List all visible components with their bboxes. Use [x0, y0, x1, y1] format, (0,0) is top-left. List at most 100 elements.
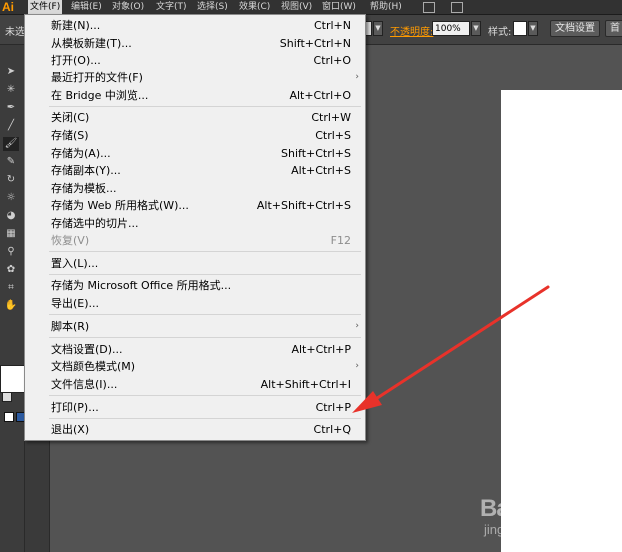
watermark-logo: Baidu经验 [480, 495, 589, 522]
menu-item-save-for-office[interactable]: 存储为 Microsoft Office 所用格式... [51, 277, 351, 294]
document-setup-button[interactable]: 文档设置 [550, 20, 600, 37]
graphic-style-swatch[interactable] [513, 21, 527, 36]
menu-file[interactable]: 文件(F) [28, 0, 63, 14]
menu-separator [49, 274, 361, 275]
bridge-icon[interactable] [423, 2, 435, 13]
selection-tool-icon[interactable]: ➤ [3, 65, 19, 79]
pencil-tool-icon[interactable]: ✎ [3, 155, 19, 169]
symbol-sprayer-tool-icon[interactable]: ✿ [3, 263, 19, 277]
menu-item-shortcut: Ctrl+N [313, 19, 351, 32]
menu-item-label: 存储副本(Y)... [51, 164, 121, 177]
menu-item-shortcut: Ctrl+P [315, 401, 351, 414]
menu-item-close[interactable]: 关闭(C) Ctrl+W [51, 109, 351, 126]
magic-wand-tool-icon[interactable]: ✳ [3, 83, 19, 97]
menu-object[interactable]: 对象(O) [112, 0, 144, 14]
opacity-input[interactable]: 100% [432, 21, 470, 36]
menu-item-shortcut: Ctrl+S [315, 129, 351, 142]
menu-item-shortcut: F12 [330, 234, 351, 247]
menu-item-label: 在 Bridge 中浏览... [51, 89, 149, 102]
menu-item-new[interactable]: 新建(N)... Ctrl+N [51, 17, 351, 34]
menu-select[interactable]: 选择(S) [197, 0, 228, 14]
menu-item-document-color-mode[interactable]: 文档颜色模式(M) › [51, 358, 359, 375]
menu-item-label: 打印(P)... [51, 401, 99, 414]
menu-item-open[interactable]: 打开(O)... Ctrl+O [51, 52, 351, 69]
chevron-down-icon[interactable]: ▼ [373, 21, 383, 36]
menu-item-save[interactable]: 存储(S) Ctrl+S [51, 127, 351, 144]
arrange-documents-icon[interactable] [451, 2, 463, 13]
selection-status: 未选 [5, 27, 25, 38]
menu-separator [49, 418, 361, 419]
menu-item-shortcut: Shift+Ctrl+S [281, 147, 351, 160]
app-logo: Ai [2, 0, 14, 14]
menu-item-save-selected-slices[interactable]: 存储选中的切片... [51, 215, 351, 232]
color-mode-icon[interactable] [4, 412, 14, 422]
menu-item-save-as[interactable]: 存储为(A)... Shift+Ctrl+S [51, 145, 351, 162]
menu-separator [49, 106, 361, 107]
menu-type[interactable]: 文字(T) [156, 0, 187, 14]
menu-separator [49, 337, 361, 338]
submenu-arrow-icon: › [355, 361, 359, 371]
chevron-down-icon[interactable]: ▼ [471, 21, 481, 36]
menu-item-shortcut: Ctrl+O [313, 54, 351, 67]
perspective-grid-tool-icon[interactable]: ▦ [3, 227, 19, 241]
shape-builder-tool-icon[interactable]: ◕ [3, 209, 19, 223]
menu-view[interactable]: 视图(V) [281, 0, 312, 14]
line-tool-icon[interactable]: ╱ [3, 119, 19, 133]
menu-item-label: 最近打开的文件(F) [51, 71, 143, 84]
menu-item-save-as-template[interactable]: 存储为模板... [51, 180, 351, 197]
menu-item-label: 打开(O)... [51, 54, 101, 67]
menu-item-shortcut: Alt+Ctrl+S [291, 164, 351, 177]
menu-item-label: 文件信息(I)... [51, 378, 118, 391]
menu-item-shortcut: Shift+Ctrl+N [279, 37, 351, 50]
menu-item-exit[interactable]: 退出(X) Ctrl+Q [51, 421, 351, 438]
menu-item-place[interactable]: 置入(L)... [51, 255, 351, 272]
menu-item-open-recent[interactable]: 最近打开的文件(F) › [51, 69, 359, 86]
menu-help[interactable]: 帮助(H) [370, 0, 402, 14]
chevron-down-icon[interactable]: ▼ [528, 21, 538, 36]
menu-item-save-copy[interactable]: 存储副本(Y)... Alt+Ctrl+S [51, 162, 351, 179]
artboard[interactable] [501, 90, 622, 552]
menu-item-browse-in-bridge[interactable]: 在 Bridge 中浏览... Alt+Ctrl+O [51, 87, 351, 104]
menu-item-label: 退出(X) [51, 423, 90, 436]
menu-bar: Ai 文件(F) 编辑(E) 对象(O) 文字(T) 选择(S) 效果(C) 视… [0, 0, 622, 15]
opacity-label[interactable]: 不透明度: [390, 23, 433, 38]
menu-item-shortcut: Alt+Shift+Ctrl+S [256, 199, 351, 212]
menu-item-new-from-template[interactable]: 从模板新建(T)... Shift+Ctrl+N [51, 35, 351, 52]
menu-item-label: 新建(N)... [51, 19, 101, 32]
menu-item-label: 关闭(C) [51, 111, 90, 124]
menu-item-label: 存储为(A)... [51, 147, 111, 160]
menu-item-label: 存储为 Web 所用格式(W)... [51, 199, 189, 212]
menu-item-revert: 恢复(V) F12 [51, 232, 351, 249]
menu-item-label: 脚本(R) [51, 320, 90, 333]
menu-item-shortcut: Alt+Ctrl+P [291, 343, 351, 356]
menu-item-print[interactable]: 打印(P)... Ctrl+P [51, 399, 351, 416]
menu-item-label: 恢复(V) [51, 234, 90, 247]
hand-tool-icon[interactable]: ✋ [3, 299, 19, 313]
menu-item-label: 存储为模板... [51, 182, 117, 195]
pen-tool-icon[interactable]: ✒ [3, 101, 19, 115]
menu-item-label: 导出(E)... [51, 297, 100, 310]
rotate-tool-icon[interactable]: ↻ [3, 173, 19, 187]
submenu-arrow-icon: › [355, 72, 359, 82]
preferences-button[interactable]: 首 [605, 20, 622, 37]
menu-effect[interactable]: 效果(C) [239, 0, 270, 14]
menu-item-scripts[interactable]: 脚本(R) › [51, 318, 359, 335]
menu-window[interactable]: 窗口(W) [322, 0, 356, 14]
menu-separator [49, 395, 361, 396]
menu-item-save-for-web[interactable]: 存储为 Web 所用格式(W)... Alt+Shift+Ctrl+S [51, 197, 351, 214]
menu-item-label: 文档设置(D)... [51, 343, 123, 356]
default-colors-icon[interactable] [2, 392, 12, 402]
paintbrush-tool-icon[interactable]: 🖌 [3, 137, 19, 151]
style-label: 样式: [488, 27, 512, 38]
warp-tool-icon[interactable]: ☼ [3, 191, 19, 205]
artboard-tool-icon[interactable]: ⌗ [3, 281, 19, 295]
menu-item-label: 存储(S) [51, 129, 89, 142]
menu-item-export[interactable]: 导出(E)... [51, 295, 351, 312]
file-menu-dropdown: 新建(N)... Ctrl+N 从模板新建(T)... Shift+Ctrl+N 打… [24, 14, 366, 441]
menu-edit[interactable]: 编辑(E) [71, 0, 102, 14]
eyedropper-tool-icon[interactable]: ⚲ [3, 245, 19, 259]
tools-panel: ➤ ✳ ✒ ╱ 🖌 ✎ ↻ ☼ ◕ ▦ ⚲ ✿ ⌗ ✋ [0, 45, 28, 552]
menu-item-file-info[interactable]: 文件信息(I)... Alt+Shift+Ctrl+I [51, 376, 351, 393]
menu-separator [49, 251, 361, 252]
menu-item-document-setup[interactable]: 文档设置(D)... Alt+Ctrl+P [51, 341, 351, 358]
